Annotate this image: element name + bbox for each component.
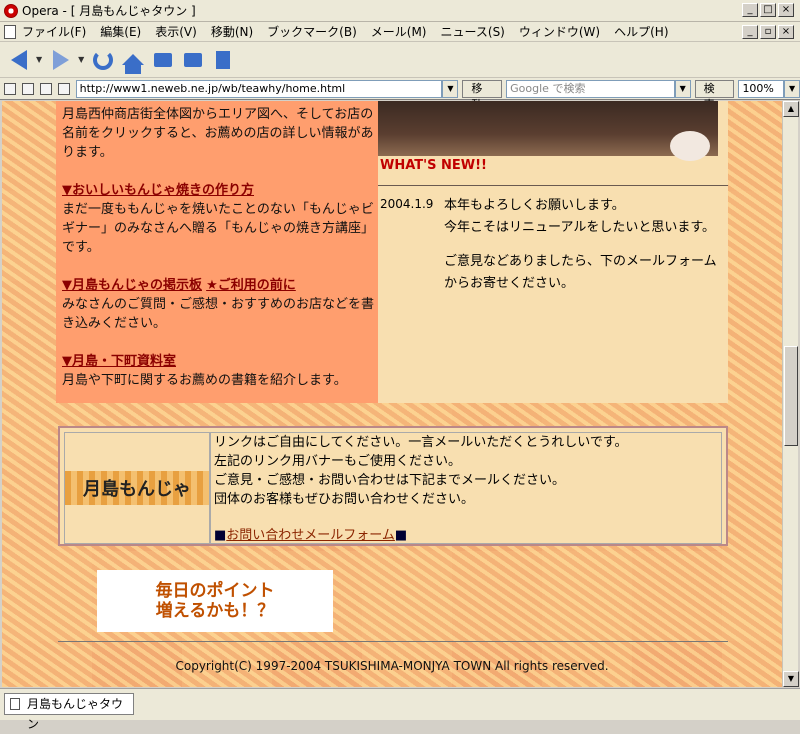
- menu-news[interactable]: ニュース(S): [440, 23, 504, 40]
- reload-button[interactable]: [90, 47, 116, 73]
- library-link[interactable]: ▼月島・下町資料室: [62, 354, 176, 369]
- left-info-panel: 月島西仲商店街全体図からエリア図へ、そしてお店の名前をクリックすると、お薦めの店…: [56, 101, 378, 403]
- link-banner[interactable]: 月島もんじゃ: [65, 471, 209, 505]
- home-icon: [122, 54, 145, 74]
- maximize-button[interactable]: □: [760, 3, 776, 17]
- link-line: ご意見・ご感想・お問い合わせは下記までメールください。: [214, 473, 566, 488]
- document-icon: [4, 24, 16, 39]
- scroll-down-icon[interactable]: ▼: [783, 671, 799, 687]
- back-icon: [11, 49, 27, 70]
- link-info-text: リンクはご自由にしてください。一言メールいただくとうれしいです。 左記のリンク用…: [210, 432, 722, 544]
- link-line: 左記のリンク用バナーもご使用ください。: [214, 454, 462, 469]
- page-viewport: 月島西仲商店街全体図からエリア図へ、そしてお店の名前をクリックすると、お薦めの店…: [2, 101, 782, 687]
- monja-howto-text: まだ一度ももんじゃを焼いたことのない「もんじゃビギナー」のみなさんへ贈る「もんじ…: [62, 202, 375, 255]
- page-icon[interactable]: [39, 82, 52, 95]
- go-button[interactable]: 移動: [462, 79, 503, 111]
- home-button[interactable]: [120, 47, 146, 74]
- doc-close-button[interactable]: ×: [778, 25, 794, 39]
- link-info-box: 月島もんじゃ リンクはご自由にしてください。一言メールいただくとうれしいです。 …: [58, 426, 728, 546]
- cookie-icon[interactable]: [21, 82, 34, 95]
- search-input[interactable]: Google で検索: [506, 79, 675, 98]
- link-line: リンクはご自由にしてください。一言メールいただくとうれしいです。: [214, 435, 628, 450]
- point-banner-line2: 増えるかも！？: [155, 601, 275, 621]
- window-title: Opera - [ 月島もんじゃタウン ]: [22, 4, 196, 18]
- monja-howto-link[interactable]: ▼おいしいもんじゃ焼きの作り方: [62, 183, 254, 198]
- zoom-dropdown-icon[interactable]: ▼: [784, 79, 800, 98]
- notepad-icon: [216, 50, 231, 69]
- url-dropdown-icon[interactable]: ▼: [442, 79, 459, 98]
- menu-bar: ファイル(F) 編集(E) 表示(V) 移動(N) ブックマーク(B) メール(…: [0, 22, 800, 42]
- bbs-rules-link[interactable]: ★ご利用の前に: [206, 278, 296, 293]
- news-body: 本年もよろしくお願いします。 今年こそはリニューアルをしたいと思います。 ご意見…: [444, 195, 724, 295]
- zoom-field[interactable]: 100%: [738, 79, 785, 98]
- bookmarks-icon: [154, 52, 173, 67]
- search-button[interactable]: 検索: [694, 79, 735, 111]
- menu-help[interactable]: ヘルプ(H): [614, 23, 668, 40]
- copyright-text: Copyright(C) 1997-2004 TSUKISHIMA-MONJYA…: [175, 659, 609, 673]
- bbs-text: みなさんのご質問・ご感想・おすすめのお店などを書き込みください。: [62, 297, 375, 331]
- reload-icon: [93, 49, 114, 70]
- menu-navigate[interactable]: 移動(N): [211, 23, 253, 40]
- print-icon: [184, 52, 203, 67]
- address-bar: http://www1.neweb.ne.jp/wb/teawhy/home.h…: [0, 78, 800, 111]
- doc-restore-button[interactable]: ▫: [760, 25, 776, 39]
- page-tab[interactable]: 月島もんじゃタウン: [4, 693, 134, 731]
- news-panel: WHAT'S NEW!! 2004.1.9 本年もよろしくお願いします。 今年こ…: [378, 101, 728, 403]
- contact-form-link[interactable]: お問い合わせメールフォーム: [226, 528, 395, 543]
- opera-logo-icon: [4, 3, 18, 18]
- menu-window[interactable]: ウィンドウ(W): [519, 23, 600, 40]
- news-line: ご意見などありましたら、下のメールフォームからお寄せください。: [444, 254, 717, 291]
- printer-icon[interactable]: [57, 82, 70, 95]
- square-bullet-icon: ■: [394, 528, 408, 543]
- bookmarks-button[interactable]: [150, 47, 176, 73]
- url-input[interactable]: http://www1.neweb.ne.jp/wb/teawhy/home.h…: [75, 79, 443, 98]
- security-icon[interactable]: [4, 82, 16, 95]
- window-controls: _ □ ×: [742, 3, 794, 17]
- news-line: 今年こそはリニューアルをしたいと思います。: [444, 220, 716, 235]
- forward-icon: [53, 49, 70, 70]
- document-window-controls: _ ▫ ×: [742, 25, 794, 39]
- square-bullet-icon: ■: [214, 528, 227, 543]
- news-date: 2004.1.9: [380, 197, 434, 211]
- bbs-link[interactable]: ▼月島もんじゃの掲示板: [62, 278, 202, 293]
- link-line: 団体のお客様もぜひお問い合わせください。: [214, 492, 475, 507]
- news-divider: [378, 185, 728, 186]
- intro-text: 月島西仲商店街全体図からエリア図へ、そしてお店の名前をクリックすると、お薦めの店…: [62, 107, 374, 160]
- scroll-thumb[interactable]: [784, 346, 798, 446]
- vertical-scrollbar[interactable]: ▲ ▼: [782, 101, 799, 687]
- minimize-button[interactable]: _: [742, 3, 758, 17]
- banner-cell: 月島もんじゃ: [64, 432, 210, 544]
- news-line: 本年もよろしくお願いします。: [444, 198, 625, 213]
- footer-divider: [58, 641, 728, 642]
- scroll-up-icon[interactable]: ▲: [783, 101, 799, 117]
- title-bar: Opera - [ 月島もんじゃタウン ] _ □ ×: [0, 0, 800, 22]
- menu-view[interactable]: 表示(V): [155, 23, 197, 40]
- search-dropdown-icon[interactable]: ▼: [674, 79, 691, 98]
- plate-image: [670, 131, 710, 161]
- point-ad-banner[interactable]: 毎日のポイント 増えるかも！？: [97, 570, 333, 632]
- print-button[interactable]: [180, 47, 206, 73]
- menu-edit[interactable]: 編集(E): [100, 23, 141, 40]
- forward-history-icon[interactable]: ▼: [78, 55, 84, 64]
- menu-bookmarks[interactable]: ブックマーク(B): [267, 23, 357, 40]
- tab-page-icon: [10, 698, 20, 710]
- notepad-button[interactable]: [210, 47, 236, 73]
- back-button[interactable]: [6, 47, 32, 73]
- doc-minimize-button[interactable]: _: [742, 25, 758, 39]
- back-history-icon[interactable]: ▼: [36, 55, 42, 64]
- tab-bar: 月島もんじゃタウン: [0, 688, 800, 731]
- close-button[interactable]: ×: [778, 3, 794, 17]
- menu-mail[interactable]: メール(M): [371, 23, 427, 40]
- navigation-toolbar: ▼ ▼: [0, 42, 800, 78]
- whats-new-heading: WHAT'S NEW!!: [380, 158, 487, 173]
- forward-button[interactable]: [48, 47, 74, 73]
- point-banner-line1: 毎日のポイント: [155, 581, 275, 601]
- library-text: 月島や下町に関するお薦めの書籍を紹介します。: [62, 373, 347, 388]
- tab-title: 月島もんじゃタウン: [27, 697, 124, 731]
- monja-photo: [378, 101, 718, 161]
- menu-file[interactable]: ファイル(F): [22, 23, 86, 40]
